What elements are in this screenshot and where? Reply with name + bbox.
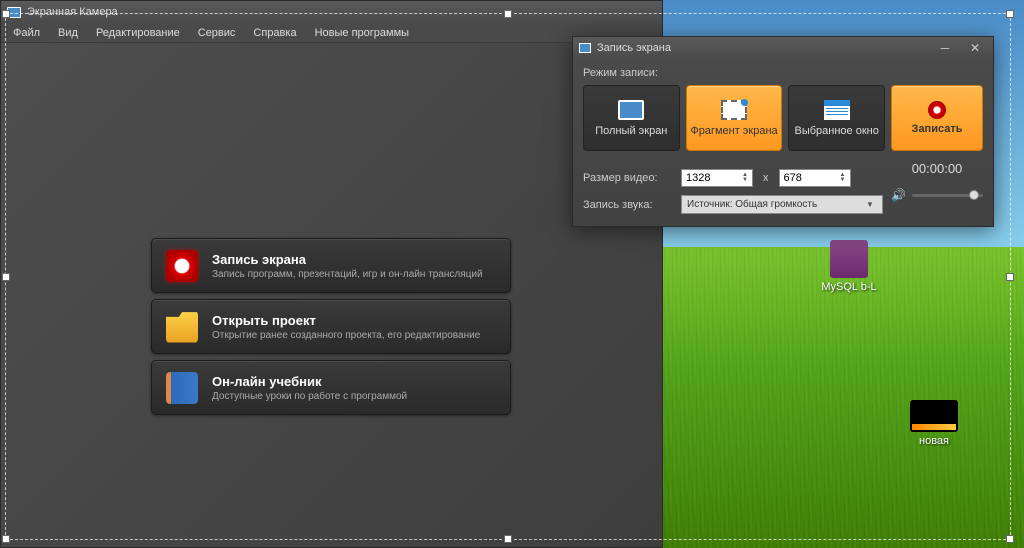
- resize-handle-tr[interactable]: [1006, 10, 1014, 18]
- resize-handle-bm[interactable]: [504, 535, 512, 543]
- capture-selection[interactable]: [5, 13, 1011, 540]
- resize-handle-br[interactable]: [1006, 535, 1014, 543]
- resize-handle-ml[interactable]: [2, 273, 10, 281]
- resize-handle-mr[interactable]: [1006, 273, 1014, 281]
- resize-handle-tl[interactable]: [2, 10, 10, 18]
- resize-handle-tm[interactable]: [504, 10, 512, 18]
- resize-handle-bl[interactable]: [2, 535, 10, 543]
